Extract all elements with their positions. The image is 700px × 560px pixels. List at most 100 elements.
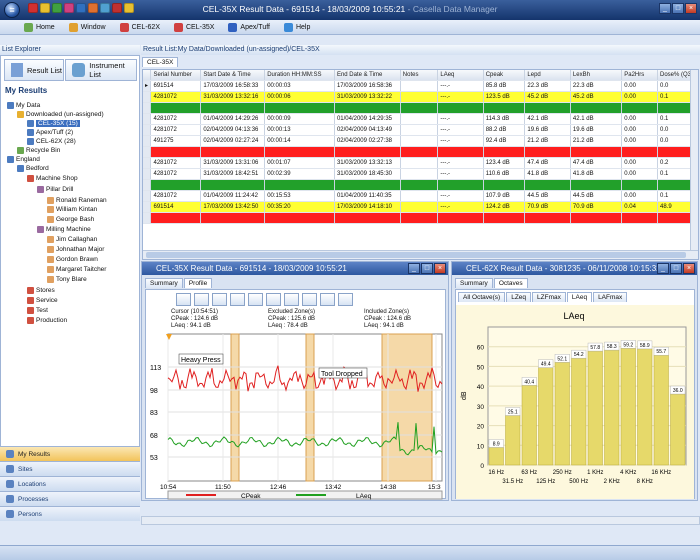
profile-chart[interactable]: 113 98 83 68 53 10:54 11:50 12:46 13:42 14:38 15:3… <box>146 332 446 500</box>
tree-node[interactable]: CEL-62X (28) <box>27 138 76 145</box>
table-row[interactable]: 4281072 01/04/2009 11:24:42 00:15:53 01/04/… <box>143 190 698 202</box>
zone-band[interactable] <box>230 333 240 482</box>
menu-window[interactable]: Window <box>68 22 106 32</box>
toolbar-button-9[interactable] <box>320 293 335 306</box>
nav-my-results[interactable]: My Results <box>0 446 140 461</box>
nav-persons[interactable]: Persons <box>0 506 140 521</box>
toolbar-button-2[interactable] <box>194 293 209 306</box>
tree-node[interactable]: William Kintan <box>47 206 97 213</box>
toolbar-button-8[interactable] <box>302 293 317 306</box>
nav-sites[interactable]: Sites <box>0 461 140 476</box>
table-row[interactable]: 4281072 31/03/2009 18:42:51 00:02:39 31/03/… <box>143 168 698 180</box>
column-header[interactable]: Cpeak <box>483 70 526 81</box>
app-menu-orb[interactable]: ≡ <box>4 2 20 18</box>
profile-restore-button[interactable]: □ <box>421 263 433 274</box>
table-row[interactable]: 4281072 01/04/2009 14:29:26 00:00:09 01/04/… <box>143 113 698 125</box>
column-header[interactable]: Notes <box>400 70 439 81</box>
table-row[interactable] <box>143 179 698 191</box>
tree-node[interactable]: Jim Callaghan <box>47 236 97 243</box>
tree-node[interactable]: Pillar Drill <box>37 186 73 193</box>
tree-node[interactable]: Service <box>27 297 58 304</box>
qa-icon-6[interactable] <box>88 3 98 13</box>
table-row[interactable]: 491275 02/04/2009 02:27:24 00:00:14 02/04/2… <box>143 135 698 147</box>
table-row[interactable]: 4281072 31/03/2009 13:32:16 00:00:06 31/03/… <box>143 91 698 103</box>
tab-profile[interactable]: Profile <box>183 278 213 288</box>
subtab-lafmax[interactable]: LAFmax <box>593 292 628 302</box>
tree-node[interactable]: Ronald Raneman <box>47 197 107 204</box>
filter-button[interactable] <box>248 293 263 306</box>
menu-apex-tuff[interactable]: Apex/Tuff <box>228 22 270 32</box>
toolbar-button-1[interactable] <box>176 293 191 306</box>
tree-node[interactable]: Gordon Brawn <box>47 256 98 263</box>
table-row[interactable]: 4281072 02/04/2009 04:13:36 00:00:13 02/04/… <box>143 124 698 136</box>
instrument-list-button[interactable]: Instrument List <box>65 59 137 81</box>
tree-node[interactable]: Milling Machine <box>37 226 91 233</box>
column-header[interactable]: LexBh <box>570 70 623 81</box>
tree-node[interactable]: My Data <box>7 102 40 109</box>
toolbar-button-7[interactable] <box>284 293 299 306</box>
profile-close-button[interactable]: × <box>434 263 446 274</box>
column-header[interactable]: Serial Number <box>150 70 202 81</box>
table-row[interactable] <box>143 212 698 224</box>
octave-close-button[interactable]: × <box>683 263 695 274</box>
profile-minimize-button[interactable]: _ <box>408 263 420 274</box>
qa-icon-4[interactable] <box>64 3 74 13</box>
table-row[interactable]: ▸ 691514 17/03/2009 16:58:33 00:00:03 17/03/… <box>143 80 698 92</box>
toolbar-button-3[interactable] <box>212 293 227 306</box>
toolbar-button-10[interactable] <box>338 293 353 306</box>
qa-icon-8[interactable] <box>112 3 122 13</box>
tree-node[interactable]: Recycle Bin <box>17 147 60 154</box>
column-header[interactable]: LAeq <box>437 70 484 81</box>
subtab-lzfmax[interactable]: LZFmax <box>532 292 566 302</box>
table-row[interactable]: 4281072 31/03/2009 13:31:06 00:01:07 31/03/… <box>143 157 698 169</box>
octave-minimize-button[interactable]: _ <box>657 263 669 274</box>
zone-band[interactable] <box>305 333 315 482</box>
bottom-scrollbar[interactable] <box>141 516 700 525</box>
minimize-button[interactable]: _ <box>659 3 671 14</box>
tab-cel-35x[interactable]: CEL-35X <box>142 57 179 67</box>
tree-node[interactable]: England <box>7 156 40 163</box>
tab-octaves[interactable]: Octaves <box>493 278 528 288</box>
grid-vertical-scrollbar[interactable] <box>690 70 698 259</box>
qa-icon-1[interactable] <box>28 3 38 13</box>
column-header[interactable]: Start Date & Time <box>200 70 266 81</box>
tree-node[interactable]: Bedford <box>17 165 49 172</box>
table-row[interactable]: 691514 17/03/2009 13:42:50 00:35:20 17/03/2… <box>143 201 698 213</box>
column-header[interactable]: Duration HH:MM:SS <box>264 70 335 81</box>
maximize-button[interactable]: □ <box>672 3 684 14</box>
subtab-lzeq[interactable]: LZeq <box>506 292 532 302</box>
toolbar-button-6[interactable] <box>266 293 281 306</box>
qa-icon-7[interactable] <box>100 3 110 13</box>
zone-band[interactable] <box>381 333 433 482</box>
result-list-button[interactable]: Result List <box>4 59 64 81</box>
nav-locations[interactable]: Locations <box>0 476 140 491</box>
close-button[interactable]: × <box>685 3 697 14</box>
subtab-all-octave-s-[interactable]: All Octave(s) <box>458 292 506 302</box>
tree-node[interactable]: Production <box>27 317 67 324</box>
tree-node[interactable]: George Bash <box>47 216 94 223</box>
tree-node[interactable]: Tony Blare <box>47 276 87 283</box>
subtab-laeq[interactable]: LAeq <box>566 292 593 302</box>
qa-icon-5[interactable] <box>76 3 86 13</box>
menu-home[interactable]: Home <box>24 22 55 32</box>
tree-node[interactable]: Downloaded (un-assigned) <box>17 111 104 118</box>
table-row[interactable] <box>143 146 698 158</box>
tree-node[interactable]: Test <box>27 307 48 314</box>
tree-node[interactable]: Apex/Tuff (2) <box>27 129 73 136</box>
nav-processes[interactable]: Processes <box>0 491 140 506</box>
tab-summary[interactable]: Summary <box>145 278 183 288</box>
qa-icon-3[interactable] <box>52 3 62 13</box>
column-header[interactable]: Lepd <box>524 70 571 81</box>
tree-node[interactable]: Stores <box>27 287 55 294</box>
qa-icon-2[interactable] <box>40 3 50 13</box>
grid-horizontal-scrollbar[interactable] <box>143 250 698 259</box>
tree-node[interactable]: Machine Shop <box>27 175 78 182</box>
menu-cel-35x[interactable]: CEL-35X <box>174 22 214 32</box>
table-row[interactable] <box>143 102 698 114</box>
menu-help[interactable]: Help <box>283 22 310 32</box>
column-header[interactable]: End Date & Time <box>334 70 401 81</box>
octave-restore-button[interactable]: □ <box>670 263 682 274</box>
qa-icon-9[interactable] <box>124 3 134 13</box>
tree-node[interactable]: Johnathan Major <box>47 246 104 253</box>
toolbar-button-4[interactable] <box>230 293 245 306</box>
